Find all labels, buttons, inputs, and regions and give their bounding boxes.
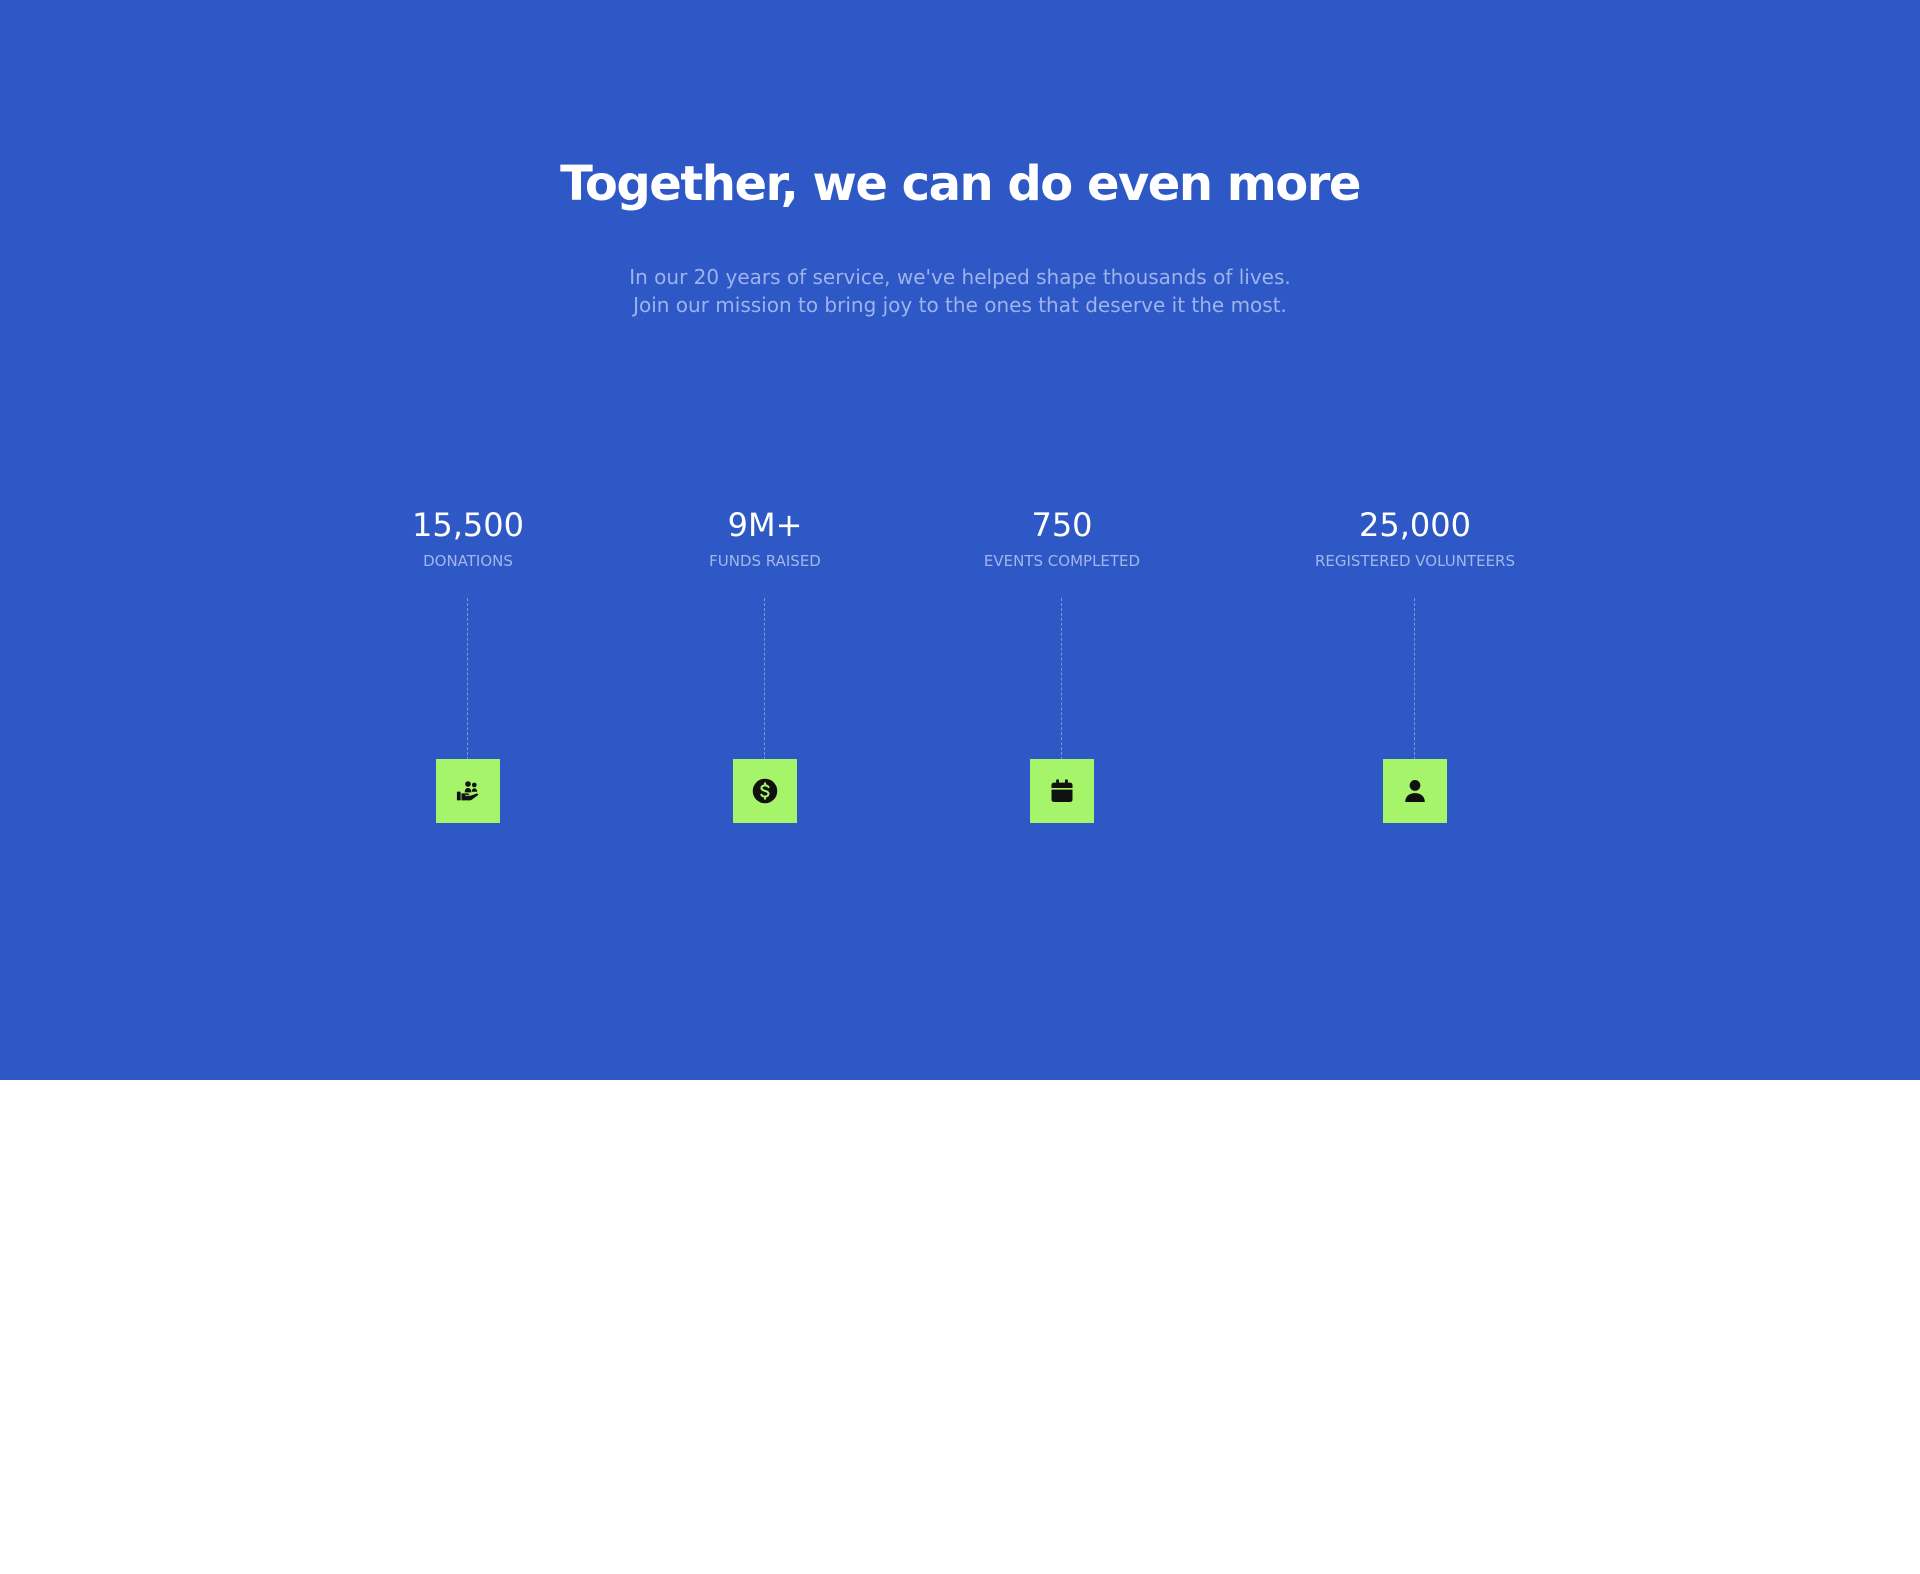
stat-value: 25,000 [1359, 506, 1471, 544]
stat-events-completed: 750 EVENTS COMPLETED [912, 500, 1212, 830]
icon-tile [1383, 759, 1447, 823]
stats-section: Together, we can do even more In our 20 … [0, 0, 1920, 1080]
stat-registered-volunteers: 25,000 REGISTERED VOLUNTEERS [1265, 500, 1565, 830]
dollar-circle-icon [752, 778, 778, 804]
stat-label: EVENTS COMPLETED [983, 552, 1141, 570]
stat-label: FUNDS RAISED [709, 552, 821, 570]
dashed-connector [1061, 598, 1062, 760]
dashed-connector [764, 598, 765, 760]
stat-value: 9M+ [727, 506, 803, 544]
calendar-icon [1051, 779, 1073, 802]
hand-holding-people-icon [456, 781, 479, 801]
icon-tile [733, 759, 797, 823]
icon-tile [436, 759, 500, 823]
subtitle-line: In our 20 years of service, we've helped… [629, 265, 1291, 289]
section-headline: Together, we can do even more [560, 156, 1361, 212]
user-icon [1405, 780, 1425, 802]
dashed-connector [467, 598, 468, 760]
dashed-connector [1414, 598, 1415, 760]
stat-label: REGISTERED VOLUNTEERS [1314, 552, 1515, 570]
section-subtitle: In our 20 years of service, we've helped… [0, 263, 1920, 319]
stat-donations: 15,500 DONATIONS [318, 500, 618, 830]
stat-value: 15,500 [412, 506, 524, 544]
icon-tile [1030, 759, 1094, 823]
stat-funds-raised: 9M+ FUNDS RAISED [615, 500, 915, 830]
subtitle-line: Join our mission to bring joy to the one… [633, 293, 1287, 317]
stat-value: 750 [1031, 506, 1093, 544]
stat-label: DONATIONS [423, 552, 513, 570]
